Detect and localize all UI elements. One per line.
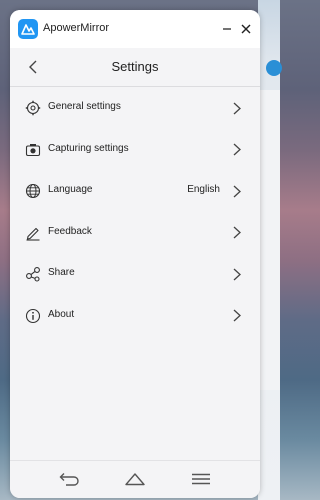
- menu-item-label: About: [48, 308, 75, 320]
- background-app-badge: [266, 60, 282, 76]
- share-icon: [24, 265, 42, 283]
- chevron-right-icon: [229, 266, 245, 282]
- page-title: Settings: [111, 59, 159, 74]
- menu-item-label: Share: [48, 267, 75, 279]
- camera-icon: [24, 141, 42, 159]
- chevron-right-icon: [229, 225, 245, 241]
- minimize-button[interactable]: [218, 20, 236, 38]
- background-panel: [260, 90, 280, 390]
- pencil-icon: [24, 224, 42, 242]
- nav-back-button[interactable]: [57, 469, 81, 489]
- bottom-navigation-bar: [10, 460, 260, 498]
- chevron-right-icon: [229, 100, 245, 116]
- gear-icon: [24, 99, 42, 117]
- menu-item-label: Capturing settings: [48, 142, 129, 154]
- menu-item-general-settings[interactable]: General settings: [10, 87, 260, 129]
- app-title: ApowerMirror: [43, 22, 110, 34]
- menu-item-language[interactable]: Language English: [10, 170, 260, 212]
- menu-item-label: Language: [48, 184, 93, 196]
- back-arrow-icon: [59, 473, 79, 486]
- menu-item-about[interactable]: About: [10, 295, 260, 337]
- menu-item-label: General settings: [48, 101, 121, 112]
- chevron-right-icon: [229, 308, 245, 324]
- minimize-icon: [223, 28, 231, 30]
- chevron-right-icon: [229, 142, 245, 158]
- info-icon: [24, 307, 42, 325]
- nav-menu-button[interactable]: [189, 469, 213, 489]
- chevron-right-icon: [229, 183, 245, 199]
- menu-item-capturing-settings[interactable]: Capturing settings: [10, 129, 260, 171]
- settings-header: Settings: [10, 48, 260, 86]
- home-icon: [125, 473, 145, 486]
- settings-menu: General settings Capturing settings Lang…: [10, 87, 260, 337]
- language-value: English: [187, 184, 220, 196]
- close-button[interactable]: [237, 20, 255, 38]
- nav-home-button[interactable]: [123, 469, 147, 489]
- menu-item-label: Feedback: [48, 225, 92, 237]
- apowermirror-logo-icon: [18, 19, 38, 39]
- app-window: ApowerMirror Settings General settings C…: [10, 10, 260, 498]
- menu-item-feedback[interactable]: Feedback: [10, 212, 260, 254]
- close-icon: [241, 24, 251, 34]
- menu-icon: [192, 473, 210, 485]
- globe-icon: [24, 182, 42, 200]
- title-bar: ApowerMirror: [10, 10, 260, 48]
- menu-item-share[interactable]: Share: [10, 253, 260, 295]
